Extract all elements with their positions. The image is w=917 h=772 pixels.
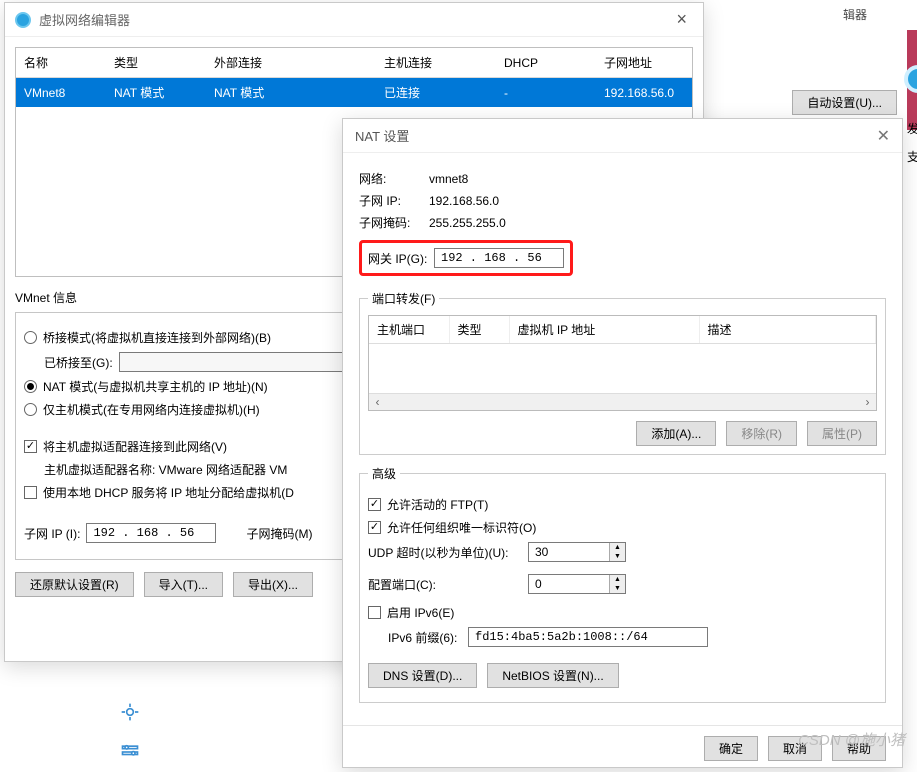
nat-titlebar: NAT 设置 ✕ (343, 119, 902, 153)
bg-auto-settings-button[interactable]: 自动设置(U)... (792, 90, 897, 115)
fwd-add-button[interactable]: 添加(A)... (636, 421, 716, 446)
adv-legend: 高级 (368, 465, 400, 482)
subnet-ip-label: 子网 IP (I): (24, 525, 80, 542)
gateway-highlight: 网关 IP(G): (359, 240, 573, 276)
close-icon[interactable]: ✕ (877, 126, 890, 146)
target-icon (120, 702, 140, 722)
config-port-label: 配置端口(C): (368, 576, 528, 593)
col-hostport[interactable]: 主机端口 (369, 316, 449, 344)
bg-editor-label: 辑器 (843, 6, 867, 23)
oui-check-row[interactable]: 允许任何组织唯一标识符(O) (368, 519, 877, 536)
col-name[interactable]: 名称 (16, 48, 106, 78)
net-value: vmnet8 (429, 172, 468, 186)
adapter-name-label: 主机虚拟适配器名称: VMware 网络适配器 VM (44, 461, 287, 478)
ipv6-check-row[interactable]: 启用 IPv6(E) (368, 604, 877, 621)
spin-down-icon[interactable]: ▼ (610, 552, 625, 561)
bg-left-icons (120, 702, 140, 762)
col-host[interactable]: 主机连接 (376, 48, 496, 78)
check-connect-adapter[interactable] (24, 440, 37, 453)
import-button[interactable]: 导入(T)... (144, 572, 223, 597)
check-ipv6[interactable] (368, 606, 381, 619)
vmware-icon (15, 12, 31, 28)
gateway-input[interactable] (434, 248, 564, 268)
close-icon[interactable]: × (670, 9, 693, 30)
advanced-group: 高级 允许活动的 FTP(T) 允许任何组织唯一标识符(O) UDP 超时(以秒… (359, 465, 886, 703)
fwd-props-button[interactable]: 属性(P) (807, 421, 877, 446)
spin-up-icon[interactable]: ▲ (610, 575, 625, 584)
mask-value: 255.255.255.0 (429, 216, 506, 230)
udp-timeout-label: UDP 超时(以秒为单位)(U): (368, 544, 528, 561)
col-vmip[interactable]: 虚拟机 IP 地址 (509, 316, 699, 344)
fwd-legend: 端口转发(F) (368, 290, 439, 307)
help-button[interactable]: 帮助 (832, 736, 886, 761)
radio-nat[interactable] (24, 380, 37, 393)
scroll-right-icon[interactable]: › (859, 394, 876, 410)
restore-defaults-button[interactable]: 还原默认设置(R) (15, 572, 134, 597)
mask-label: 子网掩码: (359, 214, 429, 231)
spin-down-icon[interactable]: ▼ (610, 584, 625, 593)
config-port-stepper[interactable]: ▲▼ (528, 574, 626, 594)
ipv6-prefix-label: IPv6 前缀(6): (388, 629, 468, 646)
subnet-ip-input[interactable] (86, 523, 216, 543)
settings-icon (120, 742, 140, 762)
scroll-left-icon[interactable]: ‹ (369, 394, 386, 410)
table-row[interactable]: VMnet8 NAT 模式 NAT 模式 已连接 - 192.168.56.0 (16, 78, 692, 108)
bg-circle-icon (904, 65, 917, 93)
subnet-label: 子网 IP: (359, 192, 429, 209)
netbios-settings-button[interactable]: NetBIOS 设置(N)... (487, 663, 618, 688)
col-type[interactable]: 类型 (106, 48, 206, 78)
col-type[interactable]: 类型 (449, 316, 509, 344)
subnet-mask-label: 子网掩码(M) (246, 525, 312, 542)
port-forwarding-group: 端口转发(F) 主机端口 类型 虚拟机 IP 地址 描述 ‹ › 添 (359, 290, 886, 455)
spin-up-icon[interactable]: ▲ (610, 543, 625, 552)
gateway-label: 网关 IP(G): (368, 250, 434, 267)
hscrollbar[interactable]: ‹ › (369, 393, 876, 410)
check-oui[interactable] (368, 521, 381, 534)
fwd-remove-button[interactable]: 移除(R) (726, 421, 797, 446)
nat-title: NAT 设置 (355, 126, 877, 145)
udp-timeout-stepper[interactable]: ▲▼ (528, 542, 626, 562)
net-label: 网络: (359, 170, 429, 187)
radio-hostonly[interactable] (24, 403, 37, 416)
dns-settings-button[interactable]: DNS 设置(D)... (368, 663, 477, 688)
bridged-to-label: 已桥接至(G): (44, 354, 113, 371)
col-desc[interactable]: 描述 (699, 316, 876, 344)
col-external[interactable]: 外部连接 (206, 48, 376, 78)
radio-bridge[interactable] (24, 331, 37, 344)
udp-timeout-input[interactable] (529, 543, 609, 561)
ok-button[interactable]: 确定 (704, 736, 758, 761)
nat-settings-window: NAT 设置 ✕ 网络:vmnet8 子网 IP:192.168.56.0 子网… (342, 118, 903, 768)
vnet-titlebar: 虚拟网络编辑器 × (5, 3, 703, 37)
subnet-value: 192.168.56.0 (429, 194, 499, 208)
config-port-input[interactable] (529, 575, 609, 593)
cancel-button[interactable]: 取消 (768, 736, 822, 761)
vnet-title: 虚拟网络编辑器 (39, 10, 670, 29)
ipv6-prefix-input[interactable] (468, 627, 708, 647)
forward-table-wrap: 主机端口 类型 虚拟机 IP 地址 描述 ‹ › (368, 315, 877, 411)
export-button[interactable]: 导出(X)... (233, 572, 313, 597)
col-dhcp[interactable]: DHCP (496, 48, 596, 78)
ftp-check-row[interactable]: 允许活动的 FTP(T) (368, 496, 877, 513)
col-subnet[interactable]: 子网地址 (596, 48, 692, 78)
check-dhcp[interactable] (24, 486, 37, 499)
check-ftp[interactable] (368, 498, 381, 511)
